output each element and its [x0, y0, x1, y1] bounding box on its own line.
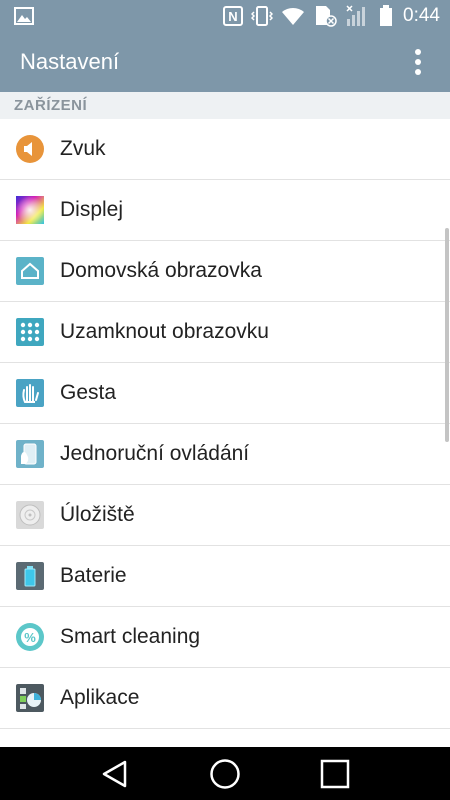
svg-text:N: N	[228, 9, 237, 24]
page-title: Nastavení	[20, 49, 120, 74]
section-label: ZAŘÍZENÍ	[14, 97, 88, 114]
lock-screen-icon	[15, 317, 45, 347]
settings-item-label: Aplikace	[60, 686, 140, 709]
storage-icon	[15, 500, 45, 530]
more-options-button[interactable]	[406, 42, 430, 82]
navigation-bar	[0, 747, 450, 800]
settings-item-label: Zvuk	[60, 137, 106, 160]
settings-item-label: Baterie	[60, 564, 127, 587]
status-bar: N 0:44	[0, 0, 450, 32]
wifi-icon	[281, 6, 305, 26]
settings-list: Zvuk Displej Domovská obrazovka Uzamknou…	[0, 119, 450, 747]
settings-item-baterie[interactable]: Baterie	[0, 546, 450, 607]
settings-item-label: Gesta	[60, 381, 117, 404]
no-sim-icon	[313, 5, 337, 27]
settings-item-label: Smart cleaning	[60, 625, 201, 648]
settings-item-uzamknout-obrazovku[interactable]: Uzamknout obrazovku	[0, 302, 450, 363]
settings-item-label: Displej	[60, 198, 124, 221]
battery-settings-icon	[15, 561, 45, 591]
settings-item-zvuk[interactable]: Zvuk	[0, 119, 450, 180]
back-icon	[102, 760, 127, 787]
vibrate-icon	[251, 5, 274, 27]
recents-icon	[320, 759, 350, 788]
apps-icon	[15, 683, 45, 713]
smart-cleaning-icon: %	[15, 622, 45, 652]
nfc-icon: N	[223, 6, 244, 26]
settings-item-jednorucni-ovladani[interactable]: Jednoruční ovládání	[0, 424, 450, 485]
settings-item-smart-cleaning[interactable]: % Smart cleaning	[0, 607, 450, 668]
settings-item-displej[interactable]: Displej	[0, 180, 450, 241]
display-icon	[15, 195, 45, 225]
battery-icon	[379, 5, 393, 27]
settings-item-uloziste[interactable]: Úložiště	[0, 485, 450, 546]
settings-item-label: Úložiště	[60, 503, 135, 526]
settings-item-label: Jednoruční ovládání	[60, 442, 250, 465]
svg-text:%: %	[24, 630, 36, 645]
settings-item-label: Domovská obrazovka	[60, 259, 262, 282]
speaker-icon	[15, 134, 45, 164]
settings-item-label: Uzamknout obrazovku	[60, 320, 269, 343]
more-vert-icon	[415, 49, 421, 75]
scrollbar[interactable]	[445, 228, 449, 442]
status-time: 0:44	[403, 5, 440, 26]
app-bar: Nastavení	[0, 32, 450, 92]
signal-icon	[345, 5, 371, 27]
section-header: ZAŘÍZENÍ	[0, 92, 450, 119]
image-notification-icon	[14, 7, 34, 25]
settings-item-aplikace[interactable]: Aplikace	[0, 668, 450, 729]
recents-button[interactable]	[305, 747, 365, 800]
settings-item-domovska-obrazovka[interactable]: Domovská obrazovka	[0, 241, 450, 302]
settings-item-gesta[interactable]: Gesta	[0, 363, 450, 424]
one-hand-icon	[15, 439, 45, 469]
home-screen-icon	[15, 256, 45, 286]
gesture-icon	[15, 378, 45, 408]
home-button[interactable]	[195, 747, 255, 800]
back-button[interactable]	[85, 747, 145, 800]
home-icon	[210, 758, 240, 789]
